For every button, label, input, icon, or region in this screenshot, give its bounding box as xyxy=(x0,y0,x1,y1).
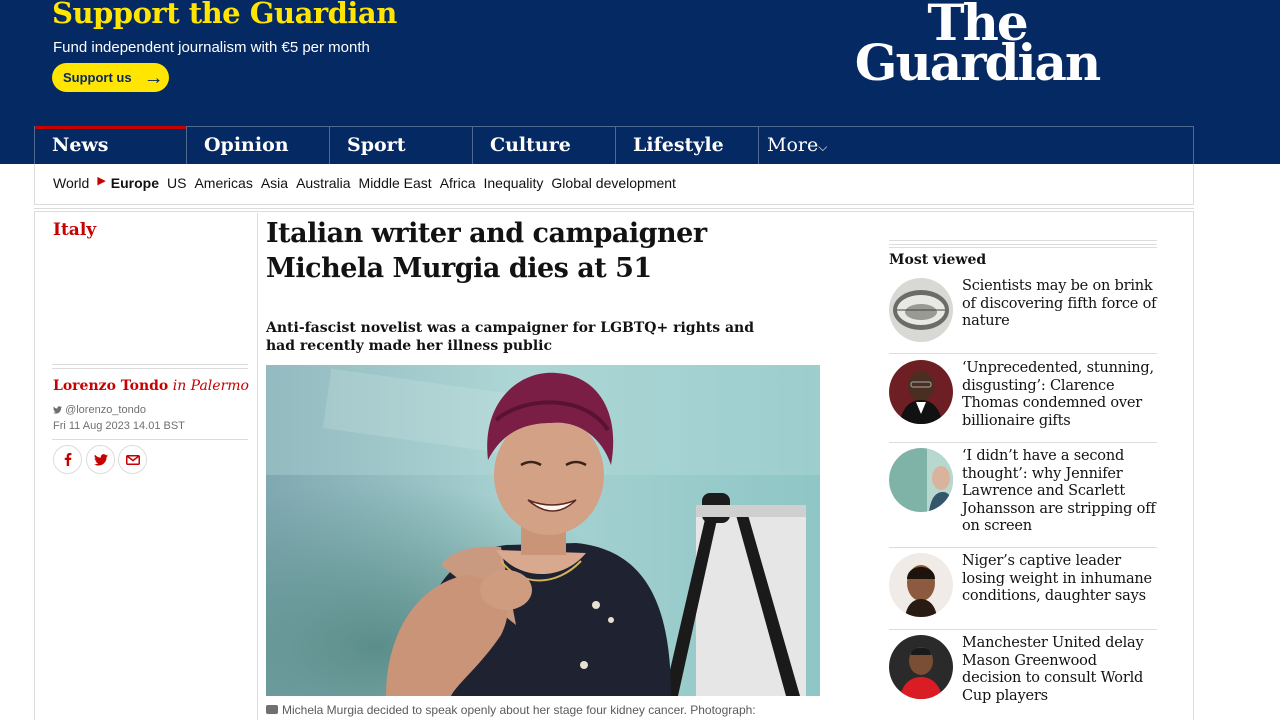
author-name[interactable]: Lorenzo Tondo xyxy=(53,378,168,394)
camera-icon xyxy=(266,705,278,714)
author-twitter[interactable]: @lorenzo_tondo xyxy=(53,404,146,416)
most-viewed-headline: ‘Unprecedented, stunning, disgusting’: C… xyxy=(962,360,1154,429)
guardian-logo[interactable]: The Guardian xyxy=(842,0,1112,92)
meta-divider xyxy=(52,364,248,369)
site-header: Support the Guardian Fund independent jo… xyxy=(0,0,1280,164)
most-viewed-headline: Scientists may be on brink of discoverin… xyxy=(962,278,1157,329)
section-label-italy[interactable]: Italy xyxy=(53,220,96,240)
most-viewed-rule xyxy=(889,547,1157,548)
photo-illustration xyxy=(266,365,820,696)
subnav: World ▶ Europe US Americas Asia Australi… xyxy=(53,175,684,191)
chevron-down-icon: ⌵ xyxy=(818,140,828,154)
subnav-bar: World ▶ Europe US Americas Asia Australi… xyxy=(34,164,1194,204)
pillar-nav: News Opinion Sport Culture Lifestyle Mor… xyxy=(34,126,1194,164)
support-us-button[interactable]: Support us → xyxy=(52,63,169,92)
logo-line-2: Guardian xyxy=(854,33,1102,92)
publish-date: Fri 11 Aug 2023 14.01 BST xyxy=(53,420,185,432)
pillar-more-menu[interactable]: More⌵ xyxy=(759,127,879,164)
twitter-handle: @lorenzo_tondo xyxy=(65,404,146,416)
support-subtitle: Fund independent journalism with €5 per … xyxy=(53,39,370,56)
subnav-item-australia[interactable]: Australia xyxy=(296,175,350,191)
subnav-parent-world[interactable]: World xyxy=(53,175,89,191)
pillar-culture[interactable]: Culture xyxy=(473,127,616,164)
most-viewed-divider xyxy=(889,240,1157,248)
most-viewed-rule xyxy=(889,442,1157,443)
article-main-photo xyxy=(266,365,820,696)
pillar-news[interactable]: News xyxy=(35,126,187,164)
left-column-divider xyxy=(257,213,258,720)
author-location: in Palermo xyxy=(172,378,249,394)
photo-caption: Michela Murgia decided to speak openly a… xyxy=(266,703,756,717)
subnav-item-asia[interactable]: Asia xyxy=(261,175,288,191)
twitter-icon xyxy=(53,406,62,414)
subnav-item-africa[interactable]: Africa xyxy=(440,175,476,191)
thumbnail-image xyxy=(889,448,953,512)
pillar-sport[interactable]: Sport xyxy=(330,127,473,164)
thumbnail-image xyxy=(889,635,953,699)
subnav-item-middle-east[interactable]: Middle East xyxy=(359,175,432,191)
share-twitter-button[interactable] xyxy=(86,445,115,474)
pillar-opinion[interactable]: Opinion xyxy=(187,127,330,164)
share-facebook-button[interactable] xyxy=(53,445,82,474)
subnav-item-inequality[interactable]: Inequality xyxy=(483,175,543,191)
email-icon xyxy=(125,454,140,465)
subnav-item-global-development[interactable]: Global development xyxy=(551,175,676,191)
support-title: Support the Guardian xyxy=(52,0,397,30)
most-viewed-rule xyxy=(889,629,1157,630)
thumbnail-image xyxy=(889,553,953,617)
thumbnail-image xyxy=(889,278,953,342)
most-viewed-rule xyxy=(889,353,1157,354)
subnav-current-europe[interactable]: Europe xyxy=(111,175,159,191)
subnav-divider xyxy=(34,204,1194,212)
subnav-item-us[interactable]: US xyxy=(167,175,186,191)
most-viewed-title: Most viewed xyxy=(889,252,987,268)
triangle-right-icon: ▶ xyxy=(97,175,106,187)
pillar-lifestyle[interactable]: Lifestyle xyxy=(616,127,759,164)
more-label: More xyxy=(767,134,819,156)
article-standfirst: Anti-fascist novelist was a campaigner f… xyxy=(266,320,755,354)
most-viewed-headline: Manchester United delay Mason Greenwood … xyxy=(962,635,1144,704)
most-viewed-headline: Niger’s captive leader losing weight in … xyxy=(962,553,1152,604)
facebook-icon xyxy=(64,453,71,466)
subnav-item-americas[interactable]: Americas xyxy=(194,175,252,191)
twitter-icon xyxy=(93,453,108,466)
meta-rule xyxy=(52,439,248,440)
byline: Lorenzo Tondo in Palermo xyxy=(53,378,249,394)
article-headline: Italian writer and campaigner Michela Mu… xyxy=(266,218,707,284)
thumbnail-image xyxy=(889,360,953,424)
share-email-button[interactable] xyxy=(118,445,147,474)
most-viewed-headline: ‘I didn’t have a second thought’: why Je… xyxy=(962,448,1156,534)
arrow-right-icon: → xyxy=(143,66,164,89)
caption-text: Michela Murgia decided to speak openly a… xyxy=(282,703,756,717)
support-button-label: Support us xyxy=(63,70,132,85)
